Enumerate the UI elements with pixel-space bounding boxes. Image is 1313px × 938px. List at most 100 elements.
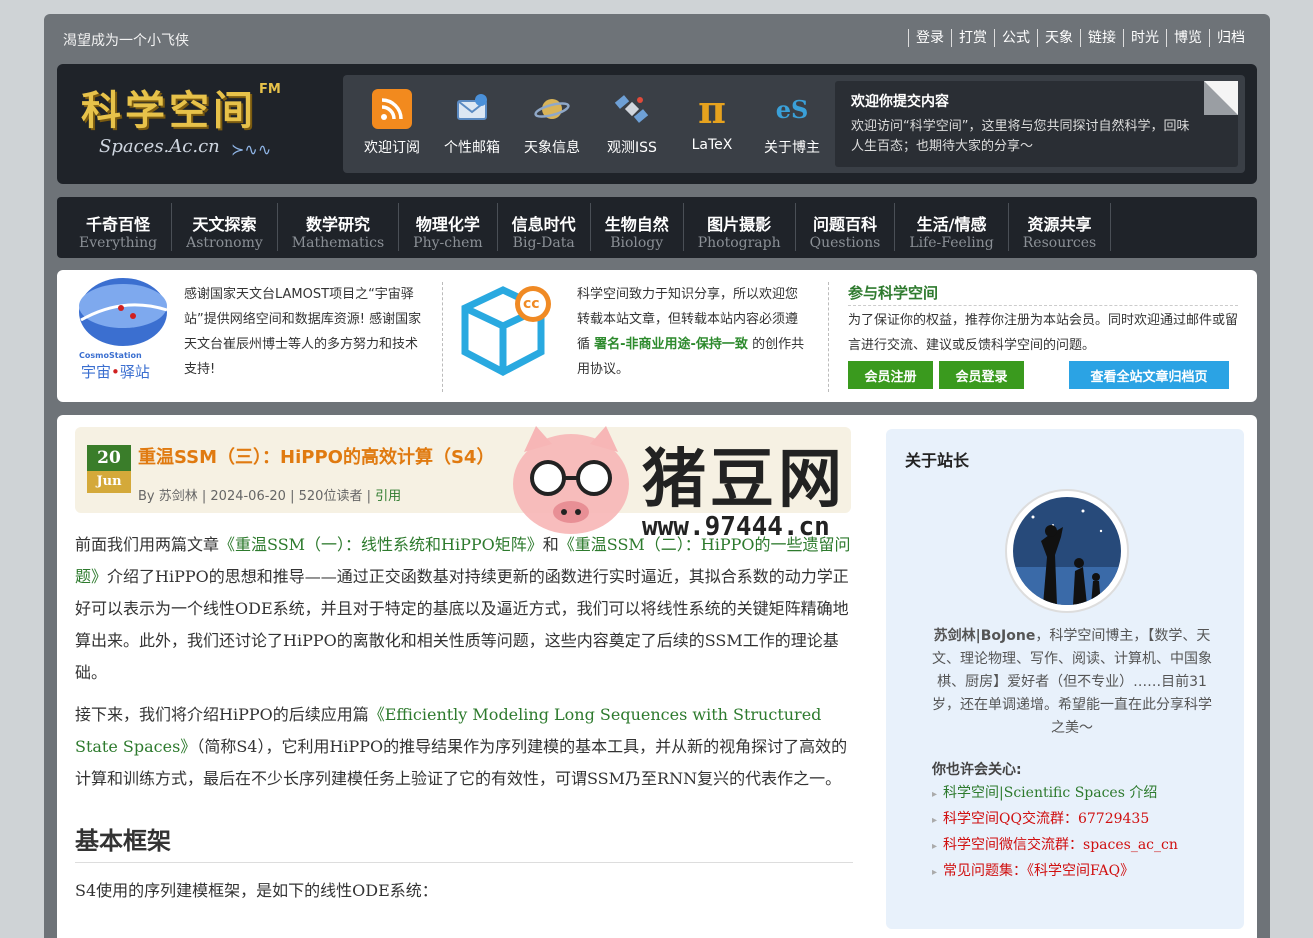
list-item[interactable]: 常见问题集：《科学空间FAQ》 bbox=[932, 859, 1178, 885]
nav-label-cn: 资源共享 bbox=[1023, 211, 1096, 235]
article-link-ssm1[interactable]: 《重温SSM（一）：线性系统和HiPPO矩阵》 bbox=[219, 535, 543, 554]
site-header: 科学空间 FM Spaces.Ac.cn ≻∿∿ 欢迎订阅 个性邮箱 bbox=[57, 64, 1257, 184]
archive-button[interactable]: 查看全站文章归档页 bbox=[1069, 361, 1229, 389]
cc-text-bold[interactable]: 署名-非商业用途-保持一致 bbox=[594, 337, 748, 352]
feature-label: 欢迎订阅 bbox=[355, 137, 429, 157]
nav-label-cn: 图片摄影 bbox=[698, 211, 781, 235]
register-button[interactable]: 会员注册 bbox=[848, 361, 933, 389]
top-link-donate[interactable]: 打赏 bbox=[951, 29, 994, 47]
feature-mail[interactable]: 个性邮箱 bbox=[435, 89, 509, 157]
divider bbox=[442, 282, 443, 392]
cc-badge: cc bbox=[523, 296, 540, 312]
cosmostation-cn-label: 宇宙•驿站 bbox=[81, 361, 150, 382]
feature-label: 观测ISS bbox=[595, 137, 669, 157]
pi-icon: π bbox=[692, 89, 732, 129]
nav-item-phy-chem[interactable]: 物理化学Phy-chem bbox=[399, 203, 498, 251]
nav-label-cn: 数学研究 bbox=[292, 211, 384, 235]
post-meta: By 苏剑林 | 2024-06-20 | 520位读者 | 引用 bbox=[138, 485, 401, 504]
nav-item-life-feeling[interactable]: 生活/情感Life-Feeling bbox=[895, 203, 1008, 251]
site-logo[interactable]: 科学空间 FM Spaces.Ac.cn ≻∿∿ bbox=[81, 76, 281, 172]
divider bbox=[828, 282, 829, 392]
cosmo-dot: • bbox=[111, 363, 120, 381]
nav-item-astronomy[interactable]: 天文探索Astronomy bbox=[172, 203, 278, 251]
top-link-login[interactable]: 登录 bbox=[908, 29, 951, 47]
cite-link[interactable]: 引用 bbox=[375, 489, 401, 504]
info-strip: CosmoStation 宇宙•驿站 感谢国家天文台LAMOST项目之“宇宙驿站… bbox=[57, 270, 1257, 402]
mail-icon bbox=[452, 89, 492, 129]
nav-item-mathematics[interactable]: 数学研究Mathematics bbox=[278, 203, 399, 251]
post-day: 20 bbox=[87, 445, 131, 471]
top-link-formula[interactable]: 公式 bbox=[994, 29, 1037, 47]
feature-about[interactable]: eS 关于博主 bbox=[755, 89, 829, 157]
list-item[interactable]: 科学空间QQ交流群：67729435 bbox=[932, 807, 1178, 833]
nav-label-cn: 问题百科 bbox=[810, 211, 881, 235]
nav-label-en: Life-Feeling bbox=[909, 235, 993, 251]
sidebar-title: 关于站长 bbox=[905, 447, 969, 471]
post-body: 前面我们用两篇文章《重温SSM（一）：线性系统和HiPPO矩阵》和《重温SSM（… bbox=[75, 529, 853, 917]
feature-label: 个性邮箱 bbox=[435, 137, 509, 157]
paragraph: S4使用的序列建模框架，是如下的线性ODE系统： bbox=[75, 875, 853, 907]
nav-label-en: Phy-chem bbox=[413, 235, 483, 251]
text: 前面我们用两篇文章 bbox=[75, 535, 219, 554]
nav-item-biology[interactable]: 生物自然Biology bbox=[591, 203, 684, 251]
nav-label-cn: 生物自然 bbox=[605, 211, 669, 235]
login-button[interactable]: 会员登录 bbox=[939, 361, 1024, 389]
nav-label-cn: 物理化学 bbox=[413, 211, 483, 235]
top-link-links[interactable]: 链接 bbox=[1080, 29, 1123, 47]
care-title: 你也许会关心: bbox=[932, 759, 1022, 779]
cc-license-icon[interactable]: cc bbox=[457, 280, 553, 380]
top-link-browse[interactable]: 博览 bbox=[1166, 29, 1209, 47]
paragraph: 接下来，我们将介绍HiPPO的后续应用篇《Efficiently Modelin… bbox=[75, 699, 853, 795]
related-links: 科学空间|Scientific Spaces 介绍 科学空间QQ交流群：6772… bbox=[932, 781, 1178, 885]
page-container: 渴望成为一个小飞侠 登录 打赏 公式 天象 链接 时光 博览 归档 科学空间 F… bbox=[44, 14, 1270, 938]
post-date-badge: 20 Jun bbox=[87, 445, 131, 493]
nav-item-big-data[interactable]: 信息时代Big-Data bbox=[498, 203, 591, 251]
top-link-archive[interactable]: 归档 bbox=[1209, 29, 1252, 47]
welcome-panel: 欢迎你提交内容 欢迎访问“科学空间”，这里将与您共同探讨自然科学，回味人生百态；… bbox=[835, 81, 1238, 167]
pig-icon bbox=[506, 422, 636, 542]
avatar[interactable] bbox=[1005, 489, 1129, 613]
feature-label: 天象信息 bbox=[515, 137, 589, 157]
feature-label: LaTeX bbox=[675, 137, 749, 153]
nav-item-resources[interactable]: 资源共享Resources bbox=[1009, 203, 1111, 251]
page-fold-icon bbox=[1204, 81, 1238, 115]
top-link-timeline[interactable]: 时光 bbox=[1123, 29, 1166, 47]
bio-body: ，科学空间博主，【数学、天文、理论物理、写作、阅读、计算机、中国象棋、厨房】爱好… bbox=[932, 628, 1212, 736]
list-item[interactable]: 科学空间|Scientific Spaces 介绍 bbox=[932, 781, 1178, 807]
cc-text: 科学空间致力于知识分享，所以欢迎您转载本站文章，但转载本站内容必须遵循 署名-非… bbox=[577, 282, 809, 382]
cosmo-cn-part2: 驿站 bbox=[120, 363, 150, 381]
feature-iss[interactable]: 观测ISS bbox=[595, 89, 669, 157]
nav-item-questions[interactable]: 问题百科Questions bbox=[796, 203, 896, 251]
sidebar-about: 关于站长 苏剑林|BoJone，科学空间博主，【数学、天文、理论物理、写作、 bbox=[886, 429, 1244, 929]
post-date: 2024-06-20 bbox=[210, 489, 286, 504]
feature-icon-bar: 欢迎订阅 个性邮箱 天象信息 观测ISS π bbox=[343, 75, 1245, 173]
bio-text: 苏剑林|BoJone，科学空间博主，【数学、天文、理论物理、写作、阅读、计算机、… bbox=[930, 625, 1214, 740]
section-heading: 基本框架 bbox=[75, 821, 853, 863]
nav-label-en: Astronomy bbox=[186, 235, 263, 251]
nav-item-everything[interactable]: 千奇百怪Everything bbox=[65, 203, 172, 251]
post-title[interactable]: 重温SSM（三）：HiPPO的高效计算（S4） bbox=[138, 443, 494, 469]
watermark-url: www.97444.cn bbox=[642, 512, 830, 542]
blogger-icon: eS bbox=[772, 89, 812, 129]
feature-label: 关于博主 bbox=[755, 137, 829, 157]
feature-latex[interactable]: π LaTeX bbox=[675, 89, 749, 153]
list-item[interactable]: 科学空间微信交流群：spaces_ac_cn bbox=[932, 833, 1178, 859]
top-bar: 渴望成为一个小飞侠 登录 打赏 公式 天象 链接 时光 博览 归档 bbox=[44, 14, 1270, 66]
lamost-text: 感谢国家天文台LAMOST项目之“宇宙驿站”提供网络空间和数据库资源! 感谢国家… bbox=[184, 282, 428, 382]
feature-planet[interactable]: 天象信息 bbox=[515, 89, 589, 157]
planet-icon bbox=[532, 89, 572, 129]
nav-item-photograph[interactable]: 图片摄影Photograph bbox=[684, 203, 796, 251]
watermark: 猪豆网 www.97444.cn bbox=[506, 422, 906, 552]
post-reads: 520位读者 bbox=[299, 489, 363, 504]
nav-label-cn: 千奇百怪 bbox=[79, 211, 157, 235]
lamost-box: 感谢国家天文台LAMOST项目之“宇宙驿站”提供网络空间和数据库资源! 感谢国家… bbox=[184, 282, 428, 392]
nav-label-cn: 天文探索 bbox=[186, 211, 263, 235]
nav-label-en: Questions bbox=[810, 235, 881, 251]
paragraph: 前面我们用两篇文章《重温SSM（一）：线性系统和HiPPO矩阵》和《重温SSM（… bbox=[75, 529, 853, 689]
logo-title: 科学空间 bbox=[81, 78, 257, 136]
top-link-astro[interactable]: 天象 bbox=[1037, 29, 1080, 47]
watermark-text: 猪豆网 bbox=[642, 428, 846, 520]
feature-rss[interactable]: 欢迎订阅 bbox=[355, 89, 429, 157]
nav-label-en: Mathematics bbox=[292, 235, 384, 251]
rss-icon bbox=[372, 89, 412, 129]
